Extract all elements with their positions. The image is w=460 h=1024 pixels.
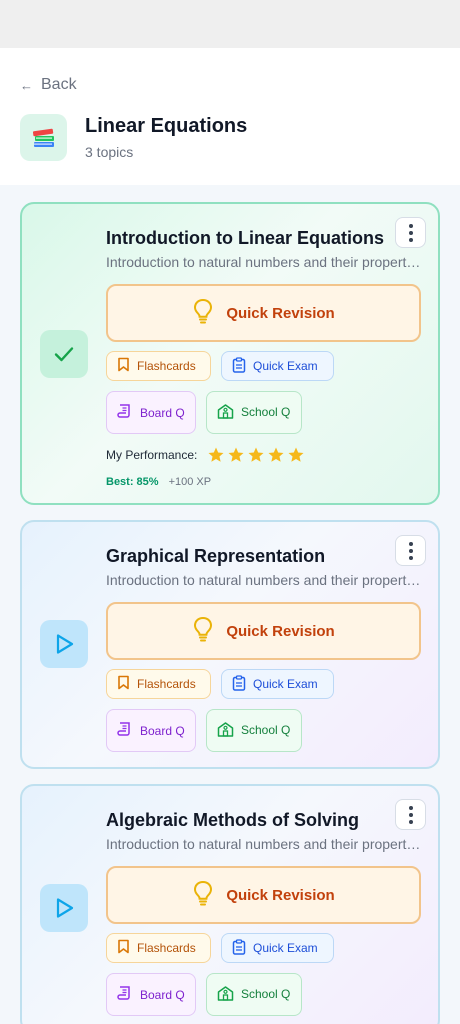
xp-earned: +100 XP [168,476,212,488]
books-icon [20,114,67,161]
clipboard-icon [232,938,246,958]
flashcards-button[interactable]: Flashcards [106,669,211,699]
performance-row: My Performance: [106,446,420,464]
flashcards-button[interactable]: Flashcards [106,351,211,381]
topic-count: 3 topics [85,144,134,160]
clipboard-icon [232,674,246,694]
topic-title: Graphical Representation [106,546,326,566]
flashcards-label: Flashcards [137,677,196,691]
board-q-label: Board Q [140,987,185,1002]
school-questions-button[interactable]: School Q [206,391,302,434]
star-icon [228,447,244,462]
quick-revision-label: Quick Revision [226,622,335,640]
school-icon [217,985,234,1005]
arrow-left-icon: ← [20,77,33,93]
play-icon[interactable] [40,620,88,668]
page-header: ← Back Linear Equations 3 topics [0,48,460,185]
quick-revision-button[interactable]: Quick Revision [106,602,421,660]
back-button[interactable]: ← Back [20,76,77,94]
board-questions-button[interactable]: Board Q [106,973,196,1016]
board-questions-button[interactable]: Board Q [106,391,196,434]
board-q-label: Board Q [140,405,185,420]
quick-exam-button[interactable]: Quick Exam [221,351,334,381]
board-q-label: Board Q [140,723,185,738]
topic-list: Introduction to Linear Equations Introdu… [0,185,460,1024]
star-icon [208,447,224,462]
completed-check-icon [40,330,88,378]
school-q-label: School Q [241,987,291,1001]
star-icon [268,447,284,462]
bookmark-icon [117,675,130,693]
performance-label: My Performance: [106,448,198,462]
quick-exam-label: Quick Exam [253,359,318,373]
lightbulb-icon [192,616,214,646]
lightbulb-icon [192,880,214,910]
quick-exam-label: Quick Exam [253,941,318,955]
school-questions-button[interactable]: School Q [206,709,302,752]
bookmark-icon [117,939,130,957]
lightbulb-icon [192,298,214,328]
topic-description: Introduction to natural numbers and thei… [106,836,422,852]
scroll-icon [117,721,133,740]
flashcards-label: Flashcards [137,359,196,373]
quick-exam-button[interactable]: Quick Exam [221,933,334,963]
school-q-label: School Q [241,405,291,419]
school-icon [217,403,234,423]
topic-title: Introduction to Linear Equations [106,228,384,248]
flashcards-label: Flashcards [137,941,196,955]
best-score: Best: 85% [106,476,159,488]
school-icon [217,721,234,741]
subject-heading: Linear Equations 3 topics [20,114,247,161]
quick-revision-label: Quick Revision [226,886,335,904]
star-icon [248,447,264,462]
back-label: Back [41,76,77,93]
rating-stars [207,446,305,464]
topic-card[interactable]: Algebraic Methods of Solving Introductio… [20,784,440,1024]
page-title: Linear Equations [85,115,248,137]
flashcards-button[interactable]: Flashcards [106,933,211,963]
quick-revision-button[interactable]: Quick Revision [106,866,421,924]
school-q-label: School Q [241,723,291,737]
topic-card[interactable]: Introduction to Linear Equations Introdu… [20,202,440,505]
best-score-row: Best: 85% +100 XP [106,476,420,488]
status-bar [0,0,460,48]
scroll-icon [117,985,133,1004]
school-questions-button[interactable]: School Q [206,973,302,1016]
quick-revision-label: Quick Revision [226,304,335,322]
bookmark-icon [117,357,130,375]
quick-exam-button[interactable]: Quick Exam [221,669,334,699]
topic-description: Introduction to natural numbers and thei… [106,254,422,270]
play-icon[interactable] [40,884,88,932]
topic-title: Algebraic Methods of Solving [106,810,360,830]
topic-description: Introduction to natural numbers and thei… [106,572,422,588]
clipboard-icon [232,356,246,376]
topic-card[interactable]: Graphical Representation Introduction to… [20,520,440,769]
board-questions-button[interactable]: Board Q [106,709,196,752]
star-icon [288,447,304,462]
quick-revision-button[interactable]: Quick Revision [106,284,421,342]
quick-exam-label: Quick Exam [253,677,318,691]
scroll-icon [117,403,133,422]
